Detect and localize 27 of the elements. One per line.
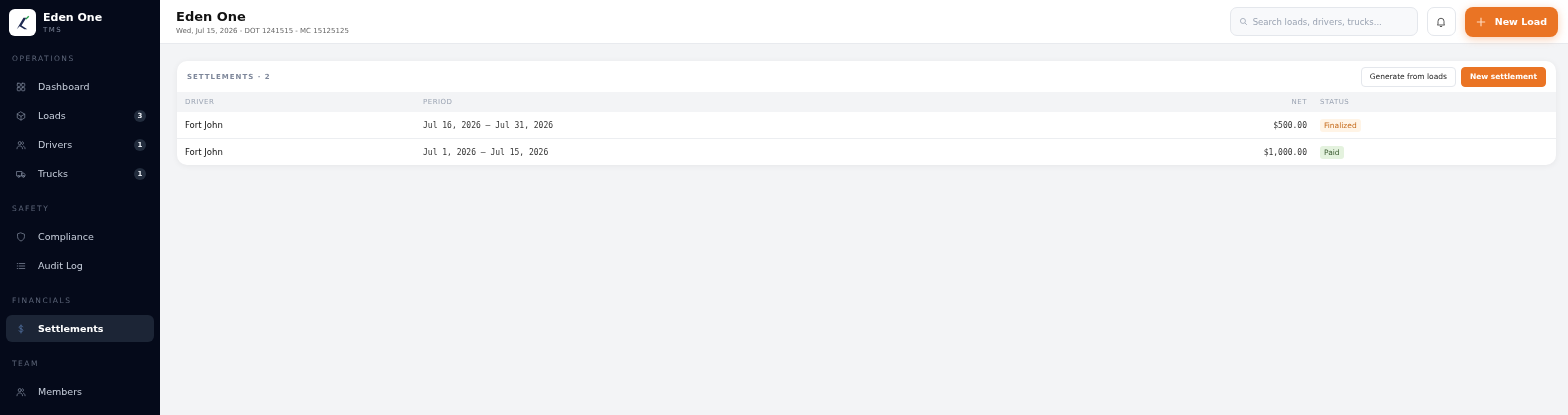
logo-icon: [9, 9, 36, 36]
nav-item[interactable]: Compliance: [6, 223, 154, 250]
dollar-icon: [16, 323, 26, 334]
page-title: Eden One: [176, 8, 247, 24]
truck-icon: [16, 168, 26, 179]
box-icon: [16, 110, 26, 121]
people-icon: [16, 139, 26, 150]
table-cell-text: Fort John: [184, 120, 224, 130]
people-icon: [16, 386, 26, 397]
shield-icon: [16, 231, 26, 242]
list-icon: [16, 260, 26, 271]
table-cell-text: Jul 16, 2026 – Jul 31, 2026: [423, 120, 555, 130]
table-cell-text: Jul 1, 2026 – Jul 15, 2026: [423, 147, 550, 157]
grid-icon: [16, 81, 26, 92]
table-cell-text: $1,000.00: [1262, 147, 1307, 157]
nav-item[interactable]: Dashboard: [6, 73, 154, 100]
table-cell-text: $500.00: [1272, 120, 1307, 130]
nav-item[interactable]: Audit Log: [6, 252, 154, 279]
search-field[interactable]: Search loads, drivers, trucks...: [1229, 7, 1418, 36]
brand-name: Eden One: [43, 11, 103, 24]
nav-item[interactable]: Settlements: [6, 315, 154, 342]
notifications-button[interactable]: [1426, 7, 1456, 36]
nav-item[interactable]: Members: [6, 378, 154, 405]
plus-icon: [1475, 16, 1486, 27]
bell-icon: [1435, 15, 1448, 28]
search-icon: [1238, 17, 1248, 26]
table-cell-text: Fort John: [184, 147, 224, 157]
